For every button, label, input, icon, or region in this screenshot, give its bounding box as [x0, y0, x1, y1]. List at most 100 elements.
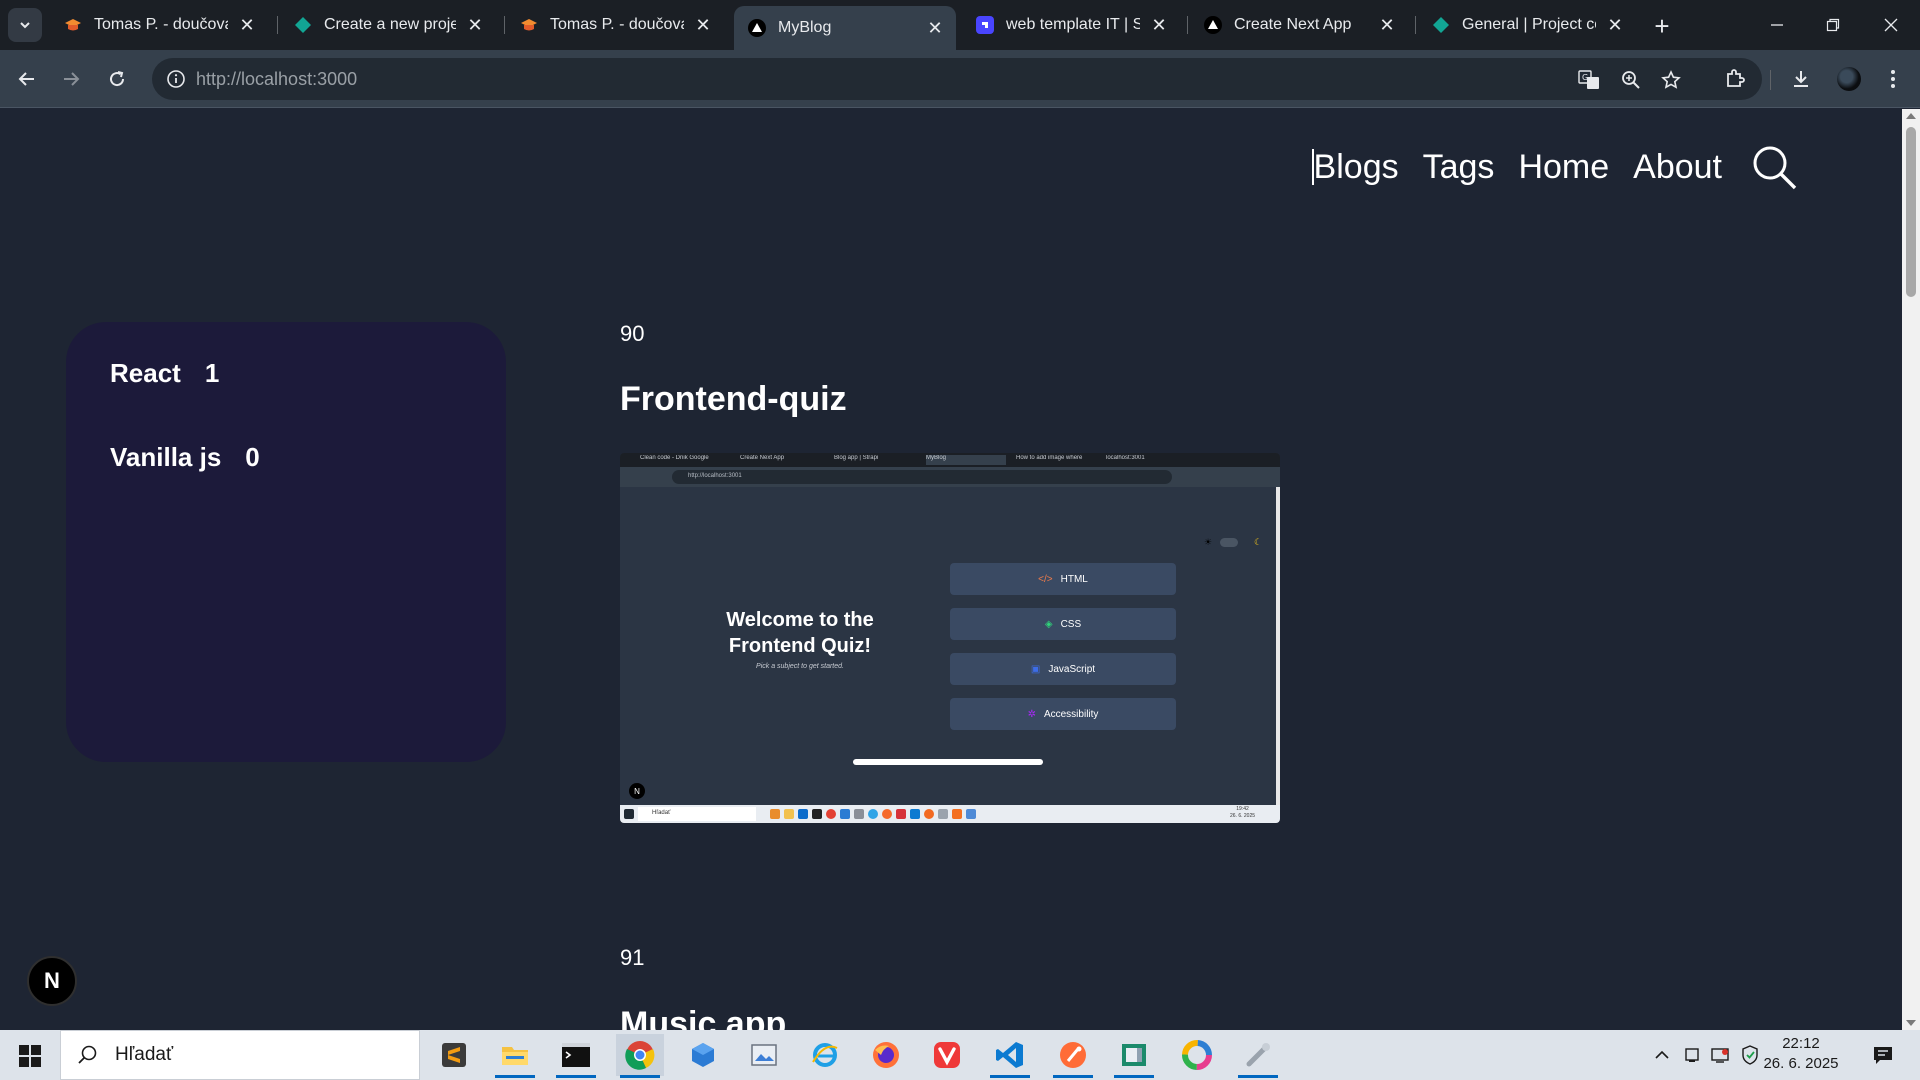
search-icon: [78, 1045, 97, 1064]
tray-device-icon[interactable]: [1680, 1040, 1704, 1070]
thumbnail-date: 26. 6. 2025: [1230, 813, 1256, 819]
taskbar-app-vscode[interactable]: [986, 1034, 1034, 1078]
browser-tab[interactable]: Tomas P. - doučovanie ✕: [50, 6, 268, 44]
browser-tab[interactable]: Create a new project ✕: [280, 6, 496, 44]
tray-network-icon[interactable]: [1708, 1040, 1732, 1070]
restore-button[interactable]: [1808, 8, 1858, 42]
tag-item[interactable]: React 1: [110, 358, 219, 389]
new-tab-button[interactable]: +: [1648, 11, 1676, 41]
quiz-subject-label: JavaScript: [1048, 663, 1096, 675]
browser-tab[interactable]: Create Next App ✕: [1190, 6, 1408, 44]
taskbar-app-file-explorer[interactable]: [491, 1034, 539, 1078]
close-icon[interactable]: ✕: [692, 14, 714, 36]
taskbar-app-internet-explorer[interactable]: [801, 1034, 849, 1076]
post-thumbnail[interactable]: Clean code - Dnik Google Create Next App…: [620, 453, 1280, 823]
taskbar-clock[interactable]: 22:12 26. 6. 2025: [1756, 1034, 1846, 1074]
tag-item[interactable]: Vanilla js 0: [110, 442, 260, 473]
restore-icon: [1826, 18, 1840, 32]
taskbar-app-postman[interactable]: [1049, 1034, 1097, 1078]
show-hidden-icons-button[interactable]: [1650, 1040, 1674, 1070]
post-title[interactable]: Music app: [620, 1005, 786, 1030]
back-button[interactable]: [10, 62, 44, 96]
taskbar-app-color[interactable]: [1173, 1034, 1221, 1076]
taskbar-time: 22:12: [1782, 1035, 1820, 1052]
windows-logo-icon: [19, 1045, 41, 1067]
svg-text:G: G: [1582, 73, 1588, 82]
search-icon[interactable]: [1750, 143, 1798, 191]
tab-title: Create a new project: [324, 16, 456, 33]
profile-avatar[interactable]: [1832, 62, 1866, 96]
taskbar-app-window[interactable]: [1110, 1034, 1158, 1078]
bookmark-star-icon[interactable]: [1658, 67, 1684, 93]
taskbar-app-box[interactable]: [679, 1034, 727, 1076]
taskbar-app-firefox[interactable]: [862, 1034, 910, 1076]
quiz-progress-bar: [853, 759, 1043, 765]
notifications-button[interactable]: [1866, 1040, 1900, 1070]
site-info-icon[interactable]: [164, 67, 188, 91]
postman-icon: [1060, 1042, 1086, 1068]
quiz-subject-button: ◈ CSS: [950, 608, 1176, 640]
address-bar[interactable]: http://localhost:3000 G: [152, 58, 1762, 100]
app-window-icon: [1122, 1044, 1146, 1066]
taskbar-app-vivaldi[interactable]: [923, 1034, 971, 1076]
nav-link-about[interactable]: About: [1633, 148, 1722, 187]
nav-link-home[interactable]: Home: [1518, 148, 1609, 187]
browser-tab[interactable]: General | Project conf ✕: [1418, 6, 1636, 44]
tab-search-button[interactable]: [8, 8, 42, 42]
tab-title: General | Project conf: [1462, 16, 1596, 33]
tab-title: Tomas P. - doučovanie: [550, 16, 684, 33]
nav-link-tags[interactable]: Tags: [1423, 148, 1495, 187]
extensions-button[interactable]: [1718, 62, 1752, 96]
post-title[interactable]: Frontend-quiz: [620, 380, 847, 419]
minimize-button[interactable]: [1752, 8, 1802, 42]
close-icon[interactable]: ✕: [924, 17, 946, 39]
quiz-subject-button: ✲ Accessibility: [950, 698, 1176, 730]
browser-menu-button[interactable]: [1876, 62, 1910, 96]
sublime-text-icon: [442, 1043, 466, 1067]
zoom-icon[interactable]: [1618, 67, 1644, 93]
taskbar-app-sublime[interactable]: [430, 1034, 478, 1076]
close-icon[interactable]: ✕: [1376, 14, 1398, 36]
forward-button[interactable]: [54, 62, 88, 96]
reload-button[interactable]: [100, 62, 134, 96]
url-text: http://localhost:3000: [196, 69, 357, 90]
scroll-down-arrow-icon[interactable]: [1906, 1020, 1916, 1026]
moon-icon: ☾: [1254, 537, 1263, 547]
toolbar-separator: [1770, 70, 1771, 90]
nextjs-dev-indicator[interactable]: N: [27, 956, 77, 1006]
taskbar-app-chrome[interactable]: [616, 1034, 664, 1078]
thumbnail-taskbar: Hľadať 19:42 26. 6. 2025: [620, 805, 1280, 823]
picture-icon: [751, 1044, 777, 1066]
taskbar-search-box[interactable]: Hľadať: [60, 1030, 420, 1080]
translate-icon[interactable]: G: [1576, 67, 1602, 93]
tab-title: Create Next App: [1234, 16, 1352, 33]
tag-count: 0: [245, 442, 260, 472]
page-scrollbar[interactable]: [1902, 109, 1920, 1030]
close-window-button[interactable]: [1866, 8, 1916, 42]
scrollbar-thumb[interactable]: [1906, 127, 1916, 297]
close-icon[interactable]: ✕: [236, 14, 258, 36]
start-button[interactable]: [10, 1036, 50, 1076]
close-icon[interactable]: ✕: [1604, 14, 1626, 36]
taskbar-app-photos[interactable]: [740, 1034, 788, 1076]
taskbar-app-tool[interactable]: [1234, 1034, 1282, 1078]
taskbar-search-placeholder: Hľadať: [115, 1044, 174, 1065]
scroll-up-arrow-icon[interactable]: [1906, 113, 1916, 119]
close-icon[interactable]: ✕: [1148, 14, 1170, 36]
arrow-right-icon: [64, 72, 80, 86]
app-icon: [784, 809, 794, 819]
thumbnail-taskbar-search: Hľadať: [638, 807, 756, 821]
browser-tab[interactable]: web template IT | Strapi ✕: [962, 6, 1180, 44]
app-icon: [966, 809, 976, 819]
nav-link-blogs[interactable]: Blogs: [1314, 148, 1399, 187]
thumbnail-tab: Blog app | Strapi: [834, 455, 879, 461]
browser-tab[interactable]: Tomas P. - doučovanie ✕: [506, 6, 724, 44]
url-port: :3000: [312, 69, 358, 89]
quiz-subject-label: HTML: [1060, 573, 1088, 585]
tab-title: Tomas P. - doučovanie: [94, 16, 228, 33]
thumbnail-address-bar: http://localhost:3001: [672, 470, 1172, 484]
taskbar-app-terminal[interactable]: [552, 1034, 600, 1078]
close-icon[interactable]: ✕: [464, 14, 486, 36]
downloads-button[interactable]: [1784, 62, 1818, 96]
browser-tab-active[interactable]: MyBlog ✕: [734, 6, 956, 50]
